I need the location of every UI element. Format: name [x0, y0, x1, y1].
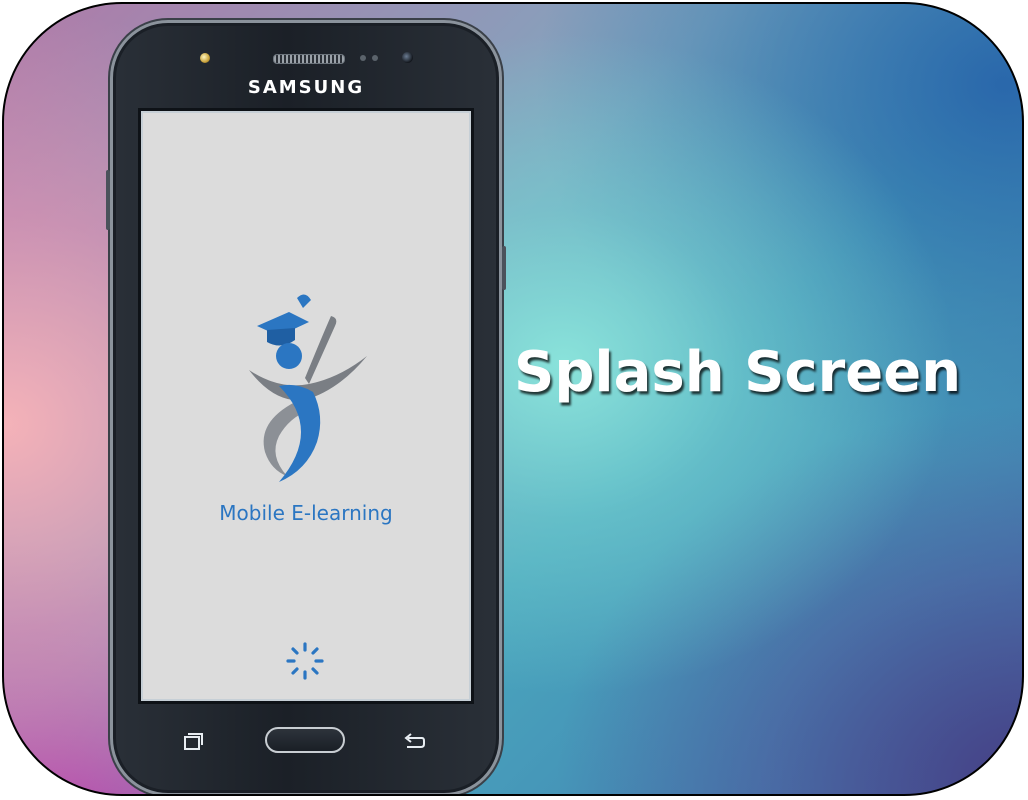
headline-title: Splash Screen: [514, 340, 962, 405]
graduate-figure-logo: [249, 294, 367, 482]
notification-led: [200, 53, 210, 63]
volume-button: [106, 170, 110, 230]
power-button: [502, 246, 506, 290]
proximity-sensor: [360, 55, 366, 61]
app-name: Mobile E-learning: [219, 501, 393, 525]
earpiece-speaker: [273, 54, 345, 64]
phone-device: SAMSUNG Mobile E-learning: [106, 20, 506, 794]
light-sensor: [372, 55, 378, 61]
front-camera: [402, 52, 413, 63]
phone-brand: SAMSUNG: [247, 77, 365, 98]
promo-background: SAMSUNG Mobile E-learning Splash Screen: [2, 2, 1024, 796]
splash-screen: Mobile E-learning: [138, 108, 474, 704]
recents-icon[interactable]: [182, 730, 204, 752]
spinner-icon: [286, 642, 324, 680]
phone-nav-bar: [110, 716, 502, 766]
home-button[interactable]: [265, 727, 345, 753]
back-icon[interactable]: [402, 730, 426, 752]
